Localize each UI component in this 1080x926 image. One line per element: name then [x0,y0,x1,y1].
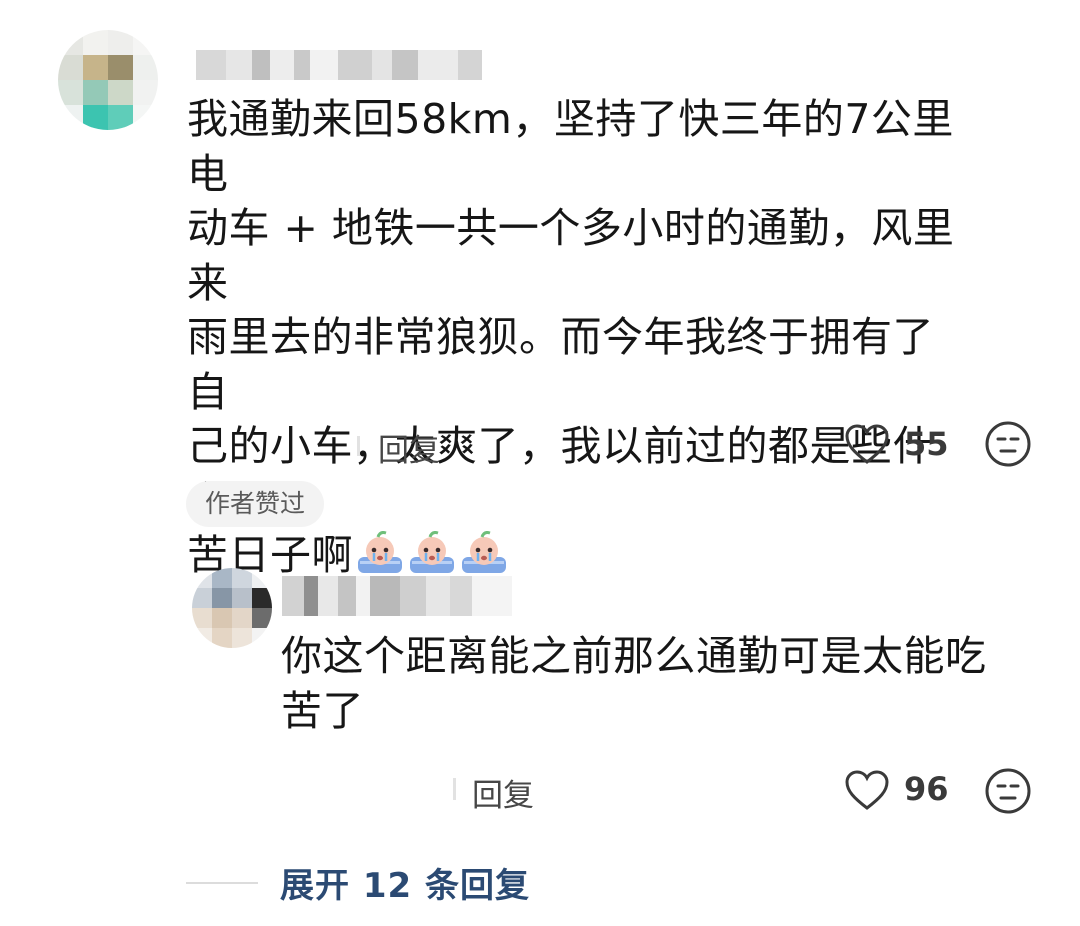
dislike-face-icon[interactable] [984,767,1032,819]
username-blurred[interactable] [282,576,512,616]
expand-divider-line [186,882,258,884]
username-blurred[interactable] [196,50,482,80]
reply-text: 你这个距离能之前那么通勤可是太能吃 苦了 [281,632,987,735]
expand-replies-button[interactable]: 展开 12 条回复 [280,858,530,907]
avatar[interactable] [192,568,272,648]
heart-icon[interactable] [844,423,890,469]
dislike-face-icon[interactable] [984,420,1032,472]
like-count: 96 [904,770,949,808]
author-liked-badge: 作者赞过 [186,481,325,527]
crying-face-emoji-icon [459,531,509,575]
like-count: 55 [904,425,949,463]
divider [453,778,456,800]
heart-icon[interactable] [844,769,890,815]
reply-button[interactable]: 回复 [472,770,534,815]
divider [357,436,360,456]
avatar[interactable] [58,30,158,130]
reply-button[interactable]: 回复 [378,425,440,470]
crying-face-emoji-icon [407,531,457,575]
crying-face-emoji-icon [355,531,405,575]
